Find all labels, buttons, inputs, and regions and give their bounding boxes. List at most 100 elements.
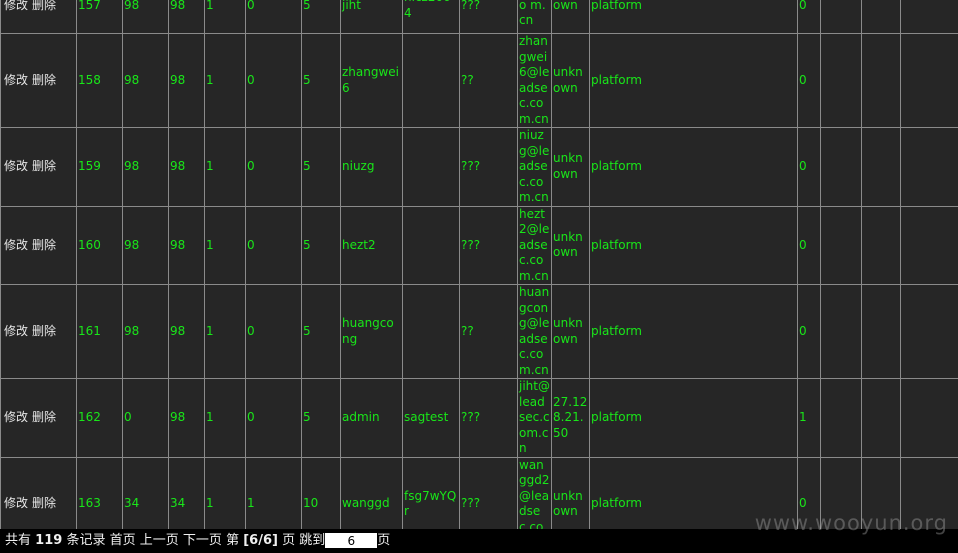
cell-empty [900, 33, 958, 128]
prev-page-link[interactable]: 上一页 [140, 533, 179, 548]
edit-link[interactable]: 修改 [4, 159, 28, 173]
cell-col13: 1 [797, 378, 821, 458]
cell-username: admin [340, 378, 403, 458]
cell-empty [900, 378, 958, 458]
cell-cn-name: ?? [459, 33, 518, 128]
cell-col3: 98 [168, 284, 205, 379]
jump-label: 跳到 [299, 533, 326, 548]
edit-link[interactable]: 修改 [4, 0, 28, 12]
delete-link[interactable]: 删除 [32, 496, 56, 510]
cell-email: niuzg@leadsec.com.cn [517, 127, 552, 207]
cell-username: zhangwei6 [340, 33, 403, 128]
cell-col3: 98 [168, 378, 205, 458]
cell-empty [900, 0, 958, 34]
cell-username: niuzg [340, 127, 403, 207]
cell-col3: 98 [168, 205, 205, 285]
table-row: 修改 删除 159 98 98 1 0 5 niuzg??? niuzg@leadsec.com.… [0, 127, 958, 207]
table-row: 修改删除1579898105jihtnicz2004???ec.co m.cno… [0, 0, 958, 34]
cell-type: platform [589, 205, 798, 285]
cell-col4: 1 [204, 127, 246, 207]
cell-col3: 98 [168, 127, 205, 207]
delete-link[interactable]: 删除 [32, 324, 56, 338]
cell-ip: unknown [551, 284, 590, 379]
table-row: 修改 删除 160 98 98 1 0 5 hezt2??? hezt2@leadsec.com.… [0, 205, 958, 285]
cell-type: platform [589, 378, 798, 458]
page-prefix: 第 [226, 533, 240, 548]
cell-type: platform [589, 0, 798, 34]
cell-col5: 0 [245, 378, 302, 458]
cell-ip: unknown [551, 127, 590, 207]
table-row: 修改 删除 158 98 98 1 0 5 zhangwei6?? zhangwei6@leads… [0, 33, 958, 128]
jump-page-input[interactable] [325, 533, 378, 548]
cell-empty [861, 378, 901, 458]
cell-col4: 1 [204, 33, 246, 128]
cell-col4: 1 [204, 0, 246, 34]
cell-ip: unknown [551, 205, 590, 285]
next-page-link[interactable]: 下一页 [183, 533, 222, 548]
cell-col6: 5 [301, 205, 341, 285]
cell-empty [861, 33, 901, 128]
cell-empty [820, 284, 862, 379]
cell-col2: 98 [122, 0, 169, 34]
jump-suffix: 页 [377, 533, 391, 548]
cell-id: 157 [76, 0, 123, 34]
delete-link[interactable]: 删除 [32, 159, 56, 173]
cell-col2: 98 [122, 205, 169, 285]
cell-id: 160 [76, 205, 123, 285]
delete-link[interactable]: 删除 [32, 0, 56, 12]
cell-email: hezt2@leadsec.com.cn [517, 205, 552, 285]
cell-empty [861, 205, 901, 285]
cell-col6: 5 [301, 378, 341, 458]
cell-password [402, 205, 460, 285]
cell-col6: 5 [301, 284, 341, 379]
cell-col4: 1 [204, 205, 246, 285]
cell-actions: 修改 删除 [0, 127, 77, 207]
edit-link[interactable]: 修改 [4, 410, 28, 424]
cell-empty [820, 0, 862, 34]
cell-type: platform [589, 127, 798, 207]
cell-actions: 修改 删除 [0, 205, 77, 285]
cell-email: zhangwei6@leadsec.com.cn [517, 33, 552, 128]
cell-col2: 0 [122, 378, 169, 458]
cell-col5: 0 [245, 284, 302, 379]
cell-empty [861, 284, 901, 379]
delete-link[interactable]: 删除 [32, 410, 56, 424]
first-page-link[interactable]: 首页 [110, 533, 136, 548]
cell-empty [820, 378, 862, 458]
cell-username: huangcong [340, 284, 403, 379]
cell-empty [900, 284, 958, 379]
edit-link[interactable]: 修改 [4, 324, 28, 338]
cell-cn-name: ??? [459, 0, 518, 34]
total-prefix: 共有 [5, 533, 32, 548]
cell-cn-name: ??? [459, 205, 518, 285]
cell-col13: 0 [797, 205, 821, 285]
cell-col6: 5 [301, 127, 341, 207]
cell-col2: 98 [122, 127, 169, 207]
cell-col6: 5 [301, 33, 341, 128]
edit-link[interactable]: 修改 [4, 73, 28, 87]
cell-ip: 27.128.21.50 [551, 378, 590, 458]
cell-id: 158 [76, 33, 123, 128]
cell-col13: 0 [797, 33, 821, 128]
delete-link[interactable]: 删除 [32, 238, 56, 252]
cell-email: jiht@leadsec.com.cn [517, 378, 552, 458]
cell-cn-name: ??? [459, 127, 518, 207]
cell-password [402, 284, 460, 379]
cell-col3: 98 [168, 33, 205, 128]
page-indicator: [6/6] [243, 533, 278, 548]
cell-empty [861, 127, 901, 207]
delete-link[interactable]: 删除 [32, 73, 56, 87]
page-suffix: 页 [282, 533, 296, 548]
cell-empty [820, 205, 862, 285]
cell-password: sagtest [402, 378, 460, 458]
cell-empty [900, 205, 958, 285]
cell-col4: 1 [204, 378, 246, 458]
edit-link[interactable]: 修改 [4, 238, 28, 252]
cell-ip: own [551, 0, 590, 34]
cell-username: jiht [340, 0, 403, 34]
cell-col5: 0 [245, 205, 302, 285]
cell-password [402, 127, 460, 207]
edit-link[interactable]: 修改 [4, 496, 28, 510]
cell-col4: 1 [204, 284, 246, 379]
cell-id: 159 [76, 127, 123, 207]
